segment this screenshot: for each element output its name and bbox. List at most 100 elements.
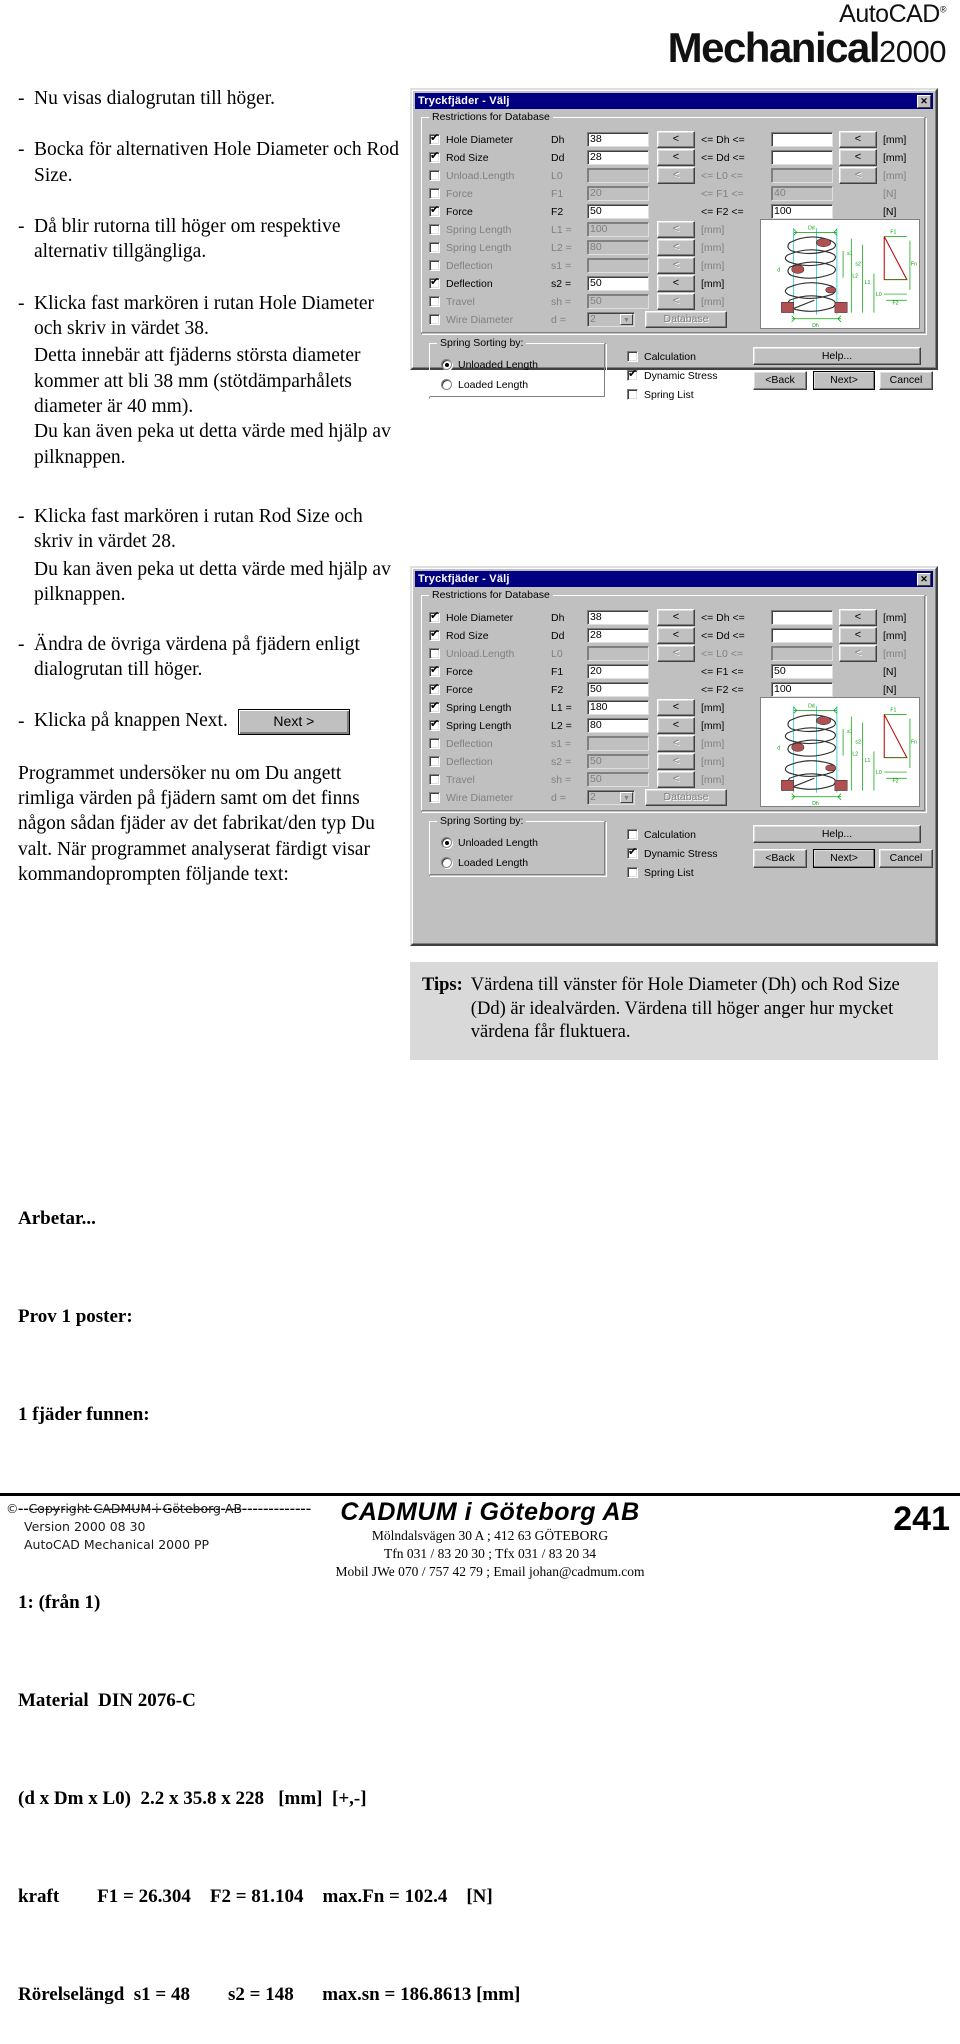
dialog-titlebar[interactable]: Tryckfjäder - Välj ✕	[415, 571, 933, 587]
wire-diameter-combo[interactable]: 2 ▼	[587, 312, 635, 327]
checkbox-wire-diameter[interactable]	[429, 314, 440, 325]
spring-select-dialog-2[interactable]: Tryckfjäder - Välj ✕ Restrictions for Da…	[410, 566, 938, 946]
value-input-max[interactable]: 100	[771, 204, 833, 219]
value-input-max[interactable]	[771, 150, 833, 165]
radio-unloaded-length-indicator[interactable]	[441, 837, 452, 848]
pick-arrow-button[interactable]: <	[657, 627, 695, 644]
pick-arrow-button[interactable]: <	[657, 257, 695, 274]
pick-arrow-button[interactable]: <	[657, 275, 695, 292]
value-input-min[interactable]: 50	[587, 772, 649, 787]
checkbox-spring-length[interactable]	[429, 718, 440, 731]
checkbox-travel[interactable]	[429, 774, 440, 785]
close-icon[interactable]: ✕	[917, 94, 931, 108]
restriction-row[interactable]: Wire Diameter	[429, 311, 513, 328]
value-input-min[interactable]: 100	[587, 222, 649, 237]
pick-arrow-button[interactable]: <	[657, 293, 695, 310]
pick-arrow-button-max[interactable]: <	[839, 167, 877, 184]
restriction-row[interactable]: Wire Diameter	[429, 789, 513, 806]
back-button[interactable]: <Back	[753, 849, 807, 868]
pick-arrow-button[interactable]: <	[657, 609, 695, 626]
value-input-max[interactable]: 100	[771, 682, 833, 697]
restriction-row[interactable]: Force	[429, 681, 473, 698]
checkbox-travel[interactable]	[429, 296, 440, 307]
checkbox-calculation[interactable]	[627, 829, 638, 840]
restriction-row[interactable]: Rod Size	[429, 627, 489, 644]
pick-arrow-button-max[interactable]: <	[839, 149, 877, 166]
value-input-min[interactable]: 80	[587, 240, 649, 255]
database-button[interactable]: Database	[645, 789, 727, 806]
checkbox-rod-size[interactable]	[429, 628, 440, 641]
checkbox-spring-length[interactable]	[429, 224, 440, 235]
checkbox-spring-length[interactable]	[429, 700, 440, 713]
checkbox-deflection[interactable]	[429, 276, 440, 289]
value-input-min[interactable]	[587, 168, 649, 183]
restriction-row[interactable]: Unload.Length	[429, 167, 514, 184]
value-input-max[interactable]	[771, 610, 833, 625]
help-button[interactable]: Help...	[753, 347, 921, 365]
value-input-min[interactable]: 28	[587, 628, 649, 643]
value-input-min[interactable]: 50	[587, 276, 649, 291]
checkbox-spring-list[interactable]	[627, 389, 638, 400]
spring-select-dialog-1[interactable]: Tryckfjäder - Välj ✕ Restrictions for Da…	[410, 88, 938, 401]
checkbox-spring-list-row[interactable]: Spring List	[627, 864, 694, 881]
checkbox-force[interactable]	[429, 204, 440, 217]
checkbox-spring-list-row[interactable]: Spring List	[627, 386, 694, 403]
back-button[interactable]: <Back	[753, 371, 807, 390]
restriction-row[interactable]: Hole Diameter	[429, 131, 513, 148]
pick-arrow-button[interactable]: <	[657, 131, 695, 148]
checkbox-wire-diameter[interactable]	[429, 792, 440, 803]
checkbox-calculation[interactable]	[627, 351, 638, 362]
restriction-row[interactable]: Force	[429, 203, 473, 220]
value-input-min[interactable]: 80	[587, 718, 649, 733]
pick-arrow-button[interactable]: <	[657, 753, 695, 770]
close-icon[interactable]: ✕	[917, 572, 931, 586]
value-input-min[interactable]: 20	[587, 186, 649, 201]
radio-unloaded-length[interactable]: Unloaded Length	[441, 356, 538, 373]
value-input-min[interactable]	[587, 258, 649, 273]
radio-loaded-length-indicator[interactable]	[441, 379, 452, 390]
value-input-min[interactable]: 38	[587, 610, 649, 625]
pick-arrow-button[interactable]: <	[657, 221, 695, 238]
checkbox-hole-diameter[interactable]	[429, 132, 440, 145]
checkbox-calculation-row[interactable]: Calculation	[627, 348, 696, 365]
value-input-min[interactable]: 28	[587, 150, 649, 165]
restriction-row[interactable]: Spring Length	[429, 699, 511, 716]
pick-arrow-button[interactable]: <	[657, 699, 695, 716]
pick-arrow-button[interactable]: <	[657, 645, 695, 662]
value-input-min[interactable]: 50	[587, 294, 649, 309]
next-button-illustration[interactable]: Next >	[237, 708, 350, 735]
checkbox-deflection[interactable]	[429, 738, 440, 749]
pick-arrow-button-max[interactable]: <	[839, 609, 877, 626]
checkbox-hole-diameter[interactable]	[429, 610, 440, 623]
value-input-max[interactable]: 50	[771, 664, 833, 679]
radio-unloaded-length[interactable]: Unloaded Length	[441, 834, 538, 851]
value-input-max[interactable]: 40	[771, 186, 833, 201]
chevron-down-icon[interactable]: ▼	[620, 314, 633, 325]
restriction-row[interactable]: Deflection	[429, 275, 493, 292]
value-input-max[interactable]	[771, 168, 833, 183]
restriction-row[interactable]: Deflection	[429, 735, 493, 752]
checkbox-force[interactable]	[429, 188, 440, 199]
value-input-min[interactable]: 50	[587, 682, 649, 697]
checkbox-rod-size[interactable]	[429, 150, 440, 163]
cancel-button[interactable]: Cancel	[879, 849, 933, 868]
checkbox-force[interactable]	[429, 664, 440, 677]
value-input-min[interactable]	[587, 736, 649, 751]
restriction-row[interactable]: Deflection	[429, 257, 493, 274]
restriction-row[interactable]: Force	[429, 663, 473, 680]
checkbox-spring-length[interactable]	[429, 242, 440, 253]
wire-diameter-combo[interactable]: 2 ▼	[587, 790, 635, 805]
pick-arrow-button-max[interactable]: <	[839, 131, 877, 148]
checkbox-deflection[interactable]	[429, 756, 440, 767]
value-input-min[interactable]: 180	[587, 700, 649, 715]
restriction-row[interactable]: Force	[429, 185, 473, 202]
checkbox-dynamic-stress[interactable]	[627, 846, 638, 859]
checkbox-calculation-row[interactable]: Calculation	[627, 826, 696, 843]
radio-unloaded-length-indicator[interactable]	[441, 359, 452, 370]
cancel-button[interactable]: Cancel	[879, 371, 933, 390]
pick-arrow-button[interactable]: <	[657, 239, 695, 256]
restriction-row[interactable]: Deflection	[429, 753, 493, 770]
value-input-min[interactable]	[587, 646, 649, 661]
pick-arrow-button[interactable]: <	[657, 735, 695, 752]
next-button[interactable]: Next>	[813, 849, 875, 868]
